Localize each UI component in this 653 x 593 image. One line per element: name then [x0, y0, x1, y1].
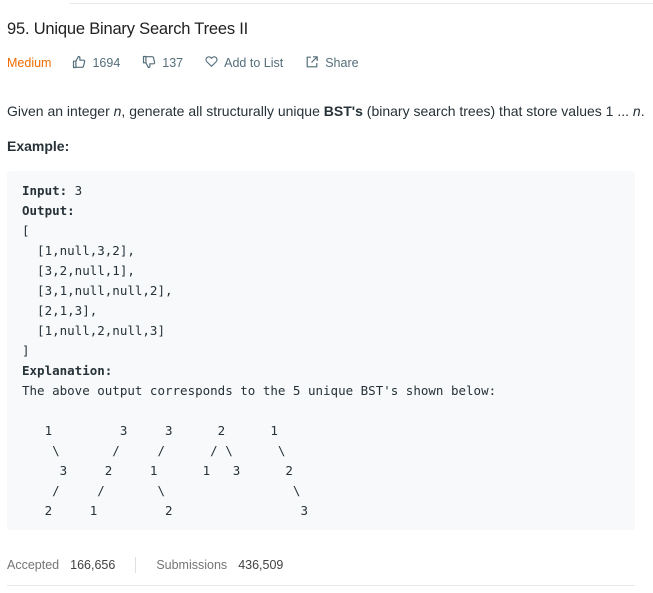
tree-diagram-line: 1 3 3 2 1 — [22, 423, 278, 438]
top-divider — [70, 0, 653, 4]
submission-stats: Accepted 166,656 Submissions 436,509 — [7, 557, 283, 573]
desc-text: , generate all structurally unique — [121, 103, 324, 119]
heart-icon — [205, 55, 224, 71]
tree-diagram-line: 3 2 1 1 3 2 — [22, 463, 293, 478]
tree-diagram-line: 2 1 2 3 — [22, 503, 308, 518]
input-label: Input: — [22, 183, 68, 198]
add-to-list-button[interactable]: Add to List — [205, 55, 283, 71]
input-line: Input: 3 — [22, 181, 82, 201]
desc-var-n: n — [632, 103, 641, 119]
output-line: [3,1,null,null,2], — [22, 283, 173, 298]
thumbs-up-icon — [72, 55, 92, 72]
output-line: [3,2,null,1], — [22, 263, 135, 278]
example-heading: Example: — [7, 138, 70, 154]
like-button[interactable]: 1694 — [72, 55, 120, 72]
output-label: Output: — [22, 203, 75, 218]
output-line: [2,1,3], — [22, 303, 98, 318]
share-button[interactable]: Share — [305, 55, 359, 72]
difficulty-label: Medium — [7, 56, 52, 70]
output-line: [1,null,3,2], — [22, 243, 135, 258]
share-label: Share — [325, 56, 359, 70]
tree-diagram-line: \ / / / \ \ — [22, 443, 286, 458]
output-line: ] — [22, 343, 30, 358]
submissions-label: Submissions — [156, 558, 228, 572]
problem-description: Given an integer n , generate all structu… — [7, 103, 647, 119]
accepted-count: 166,656 — [70, 558, 116, 572]
problem-title: 95. Unique Binary Search Trees II — [7, 20, 249, 38]
desc-text: (binary search trees) that store values … — [362, 103, 633, 119]
accepted-label: Accepted — [7, 558, 60, 572]
stats-divider — [135, 557, 137, 573]
explanation-text: The above output corresponds to the 5 un… — [22, 383, 497, 398]
share-icon — [305, 55, 325, 72]
input-value: 3 — [67, 183, 83, 198]
explanation-label: Explanation: — [22, 363, 113, 378]
dislike-count: 137 — [162, 56, 184, 70]
output-line: [ — [22, 223, 30, 238]
output-line: [1,null,2,null,3] — [22, 323, 165, 338]
submissions-count: 436,509 — [238, 558, 284, 572]
tree-diagram-line: / / \ \ — [22, 483, 301, 498]
dislike-button[interactable]: 137 — [142, 55, 183, 72]
bottom-divider — [7, 585, 635, 586]
desc-text: Given an integer — [7, 103, 114, 119]
problem-meta-bar: Medium 1694 137 Add to List Share — [7, 53, 359, 73]
desc-text: . — [640, 103, 645, 119]
add-to-list-label: Add to List — [224, 56, 284, 70]
like-count: 1694 — [92, 56, 121, 70]
thumbs-down-icon — [142, 55, 162, 72]
example-code-block: Input: 3 Output: [ [1,null,3,2], [3,2,nu… — [7, 171, 635, 530]
desc-bst: BST's — [323, 103, 363, 119]
